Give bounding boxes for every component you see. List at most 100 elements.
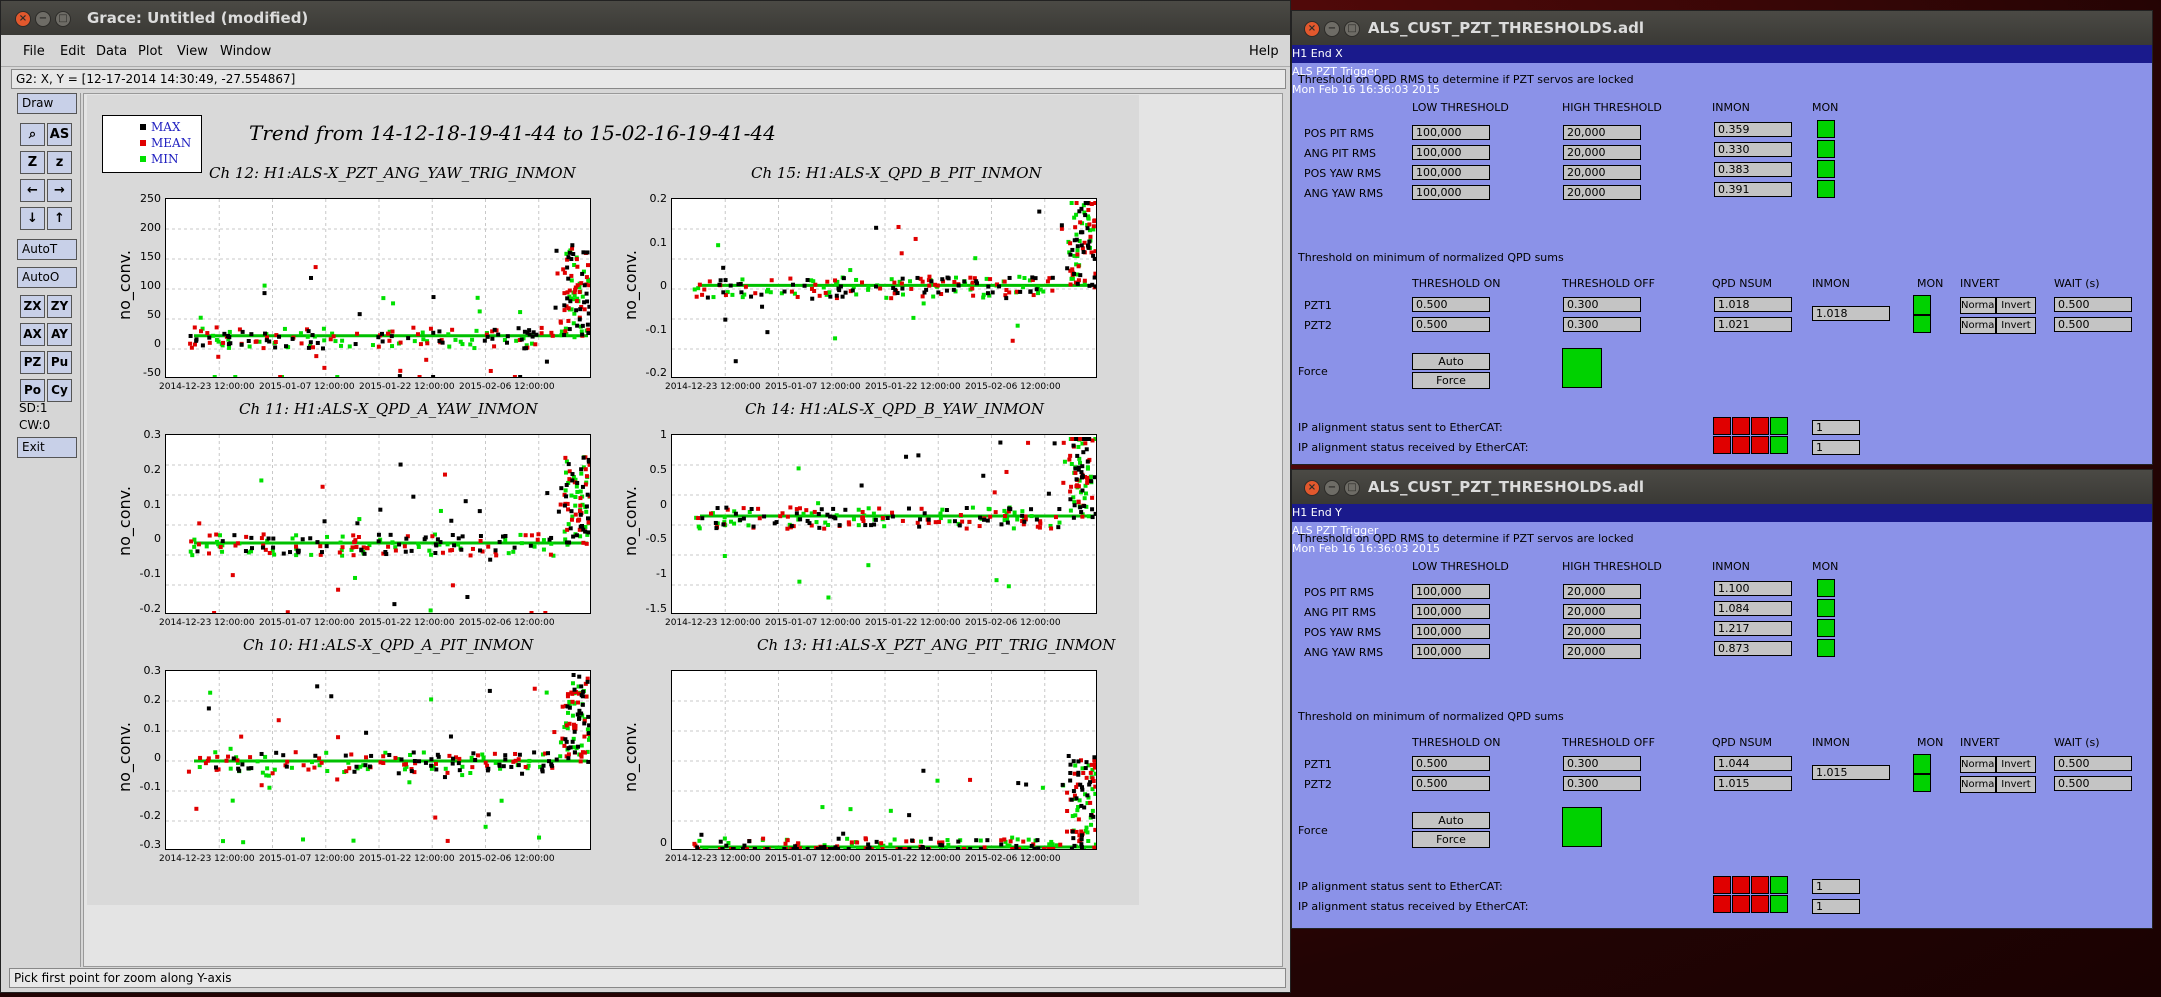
low-threshold-field[interactable]: 100,000 xyxy=(1412,604,1490,619)
force-button[interactable]: Force xyxy=(1412,831,1490,848)
autoscale-icon[interactable]: AS xyxy=(47,123,72,146)
menu-help[interactable]: Help xyxy=(1249,44,1279,59)
menu-file[interactable]: File xyxy=(23,44,45,59)
high-threshold-field[interactable]: 20,000 xyxy=(1563,604,1641,619)
low-threshold-field[interactable]: 100,000 xyxy=(1412,584,1490,599)
threshold-on-field[interactable]: 0.500 xyxy=(1412,317,1490,332)
low-threshold-field[interactable]: 100,000 xyxy=(1412,165,1490,180)
close-icon[interactable]: × xyxy=(1304,21,1320,37)
maximize-icon[interactable]: □ xyxy=(1344,480,1360,496)
zx-button[interactable]: ZX xyxy=(20,295,45,318)
ip-received-label: IP alignment status received by EtherCAT… xyxy=(1298,441,1529,454)
medm-titlebar[interactable]: ALS_CUST_PZT_THRESHOLDS.adl × − □ xyxy=(1292,470,2152,504)
invert-button[interactable]: Invert xyxy=(1996,297,2036,314)
close-icon[interactable]: × xyxy=(1304,480,1320,496)
menu-edit[interactable]: Edit xyxy=(60,44,85,59)
ax-button[interactable]: AX xyxy=(20,323,45,346)
invert-normal-button[interactable]: Normal xyxy=(1960,317,1997,334)
zoom-in-icon[interactable]: Z xyxy=(20,151,45,174)
threshold-off-field[interactable]: 0.300 xyxy=(1563,756,1641,771)
series-max-marker xyxy=(485,334,490,339)
close-icon[interactable]: × xyxy=(15,11,31,27)
series-mean-marker xyxy=(697,282,702,287)
series-max-marker xyxy=(1080,833,1085,838)
chart-plot-area[interactable] xyxy=(165,198,591,378)
threshold-off-field[interactable]: 0.300 xyxy=(1563,297,1641,312)
arrow-up-icon[interactable]: ↑ xyxy=(47,207,72,230)
zoom-out-icon[interactable]: z xyxy=(47,151,72,174)
exit-button[interactable]: Exit xyxy=(17,437,77,458)
wait-field[interactable]: 0.500 xyxy=(2054,756,2132,771)
cy-button[interactable]: Cy xyxy=(47,379,72,402)
series-mean-marker xyxy=(1083,441,1088,446)
low-threshold-field[interactable]: 100,000 xyxy=(1412,125,1490,140)
series-max-marker xyxy=(723,317,728,322)
threshold-off-field[interactable]: 0.300 xyxy=(1563,317,1641,332)
high-threshold-field[interactable]: 20,000 xyxy=(1563,624,1641,639)
series-mean-marker xyxy=(577,290,582,295)
series-min-marker xyxy=(947,519,952,524)
po-button[interactable]: Po xyxy=(20,379,45,402)
threshold-on-field[interactable]: 0.500 xyxy=(1412,776,1490,791)
menu-plot[interactable]: Plot xyxy=(138,44,163,59)
wait-field[interactable]: 0.500 xyxy=(2054,776,2132,791)
wait-field[interactable]: 0.500 xyxy=(2054,297,2132,312)
series-mean-marker xyxy=(535,537,540,542)
high-threshold-field[interactable]: 20,000 xyxy=(1563,125,1641,140)
series-min-marker xyxy=(1083,491,1088,496)
minimize-icon[interactable]: − xyxy=(1324,21,1340,37)
menu-view[interactable]: View xyxy=(177,44,208,59)
series-max-marker xyxy=(477,509,482,514)
row-label: POS YAW RMS xyxy=(1304,626,1382,639)
pz-button[interactable]: PZ xyxy=(20,351,45,374)
chart-plot-area[interactable] xyxy=(671,198,1097,378)
auto-button[interactable]: Auto xyxy=(1412,353,1490,370)
maximize-icon[interactable]: □ xyxy=(55,11,71,27)
zy-button[interactable]: ZY xyxy=(47,295,72,318)
menu-data[interactable]: Data xyxy=(96,44,127,59)
medm-titlebar[interactable]: ALS_CUST_PZT_THRESHOLDS.adl × − □ xyxy=(1292,11,2152,45)
threshold-on-field[interactable]: 0.500 xyxy=(1412,297,1490,312)
arrow-left-icon[interactable]: ← xyxy=(20,179,45,202)
auto-button[interactable]: Auto xyxy=(1412,812,1490,829)
draw-button[interactable]: Draw xyxy=(17,93,77,114)
high-threshold-field[interactable]: 20,000 xyxy=(1563,165,1641,180)
series-max-marker xyxy=(492,327,497,332)
chart-plot-area[interactable] xyxy=(165,434,591,614)
autoo-button[interactable]: AutoO xyxy=(17,267,77,288)
maximize-icon[interactable]: □ xyxy=(1344,21,1360,37)
arrow-right-icon[interactable]: → xyxy=(47,179,72,202)
high-threshold-field[interactable]: 20,000 xyxy=(1563,185,1641,200)
invert-button[interactable]: Invert xyxy=(1996,317,2036,334)
menu-window[interactable]: Window xyxy=(220,44,271,59)
chart-plot-area[interactable] xyxy=(671,670,1097,850)
high-threshold-field[interactable]: 20,000 xyxy=(1563,145,1641,160)
arrow-down-icon[interactable]: ↓ xyxy=(20,207,45,230)
chart-plot-area[interactable] xyxy=(671,434,1097,614)
pu-button[interactable]: Pu xyxy=(47,351,72,374)
autot-button[interactable]: AutoT xyxy=(17,239,77,260)
invert-normal-button[interactable]: Normal xyxy=(1960,756,1997,773)
threshold-off-field[interactable]: 0.300 xyxy=(1563,776,1641,791)
ay-button[interactable]: AY xyxy=(47,323,72,346)
invert-normal-button[interactable]: Normal xyxy=(1960,776,1997,793)
wait-field[interactable]: 0.500 xyxy=(2054,317,2132,332)
zoom-icon[interactable]: ⌕ xyxy=(20,123,45,146)
invert-button[interactable]: Invert xyxy=(1996,756,2036,773)
low-threshold-field[interactable]: 100,000 xyxy=(1412,185,1490,200)
minimize-icon[interactable]: − xyxy=(35,11,51,27)
grace-titlebar[interactable]: Grace: Untitled (modified) × − □ xyxy=(1,1,1290,35)
high-threshold-field[interactable]: 20,000 xyxy=(1563,584,1641,599)
invert-normal-button[interactable]: Normal xyxy=(1960,297,1997,314)
low-threshold-field[interactable]: 100,000 xyxy=(1412,145,1490,160)
chart-plot-area[interactable] xyxy=(165,670,591,850)
series-max-marker xyxy=(731,847,736,849)
minimize-icon[interactable]: − xyxy=(1324,480,1340,496)
series-max-marker xyxy=(532,750,537,755)
low-threshold-field[interactable]: 100,000 xyxy=(1412,624,1490,639)
threshold-on-field[interactable]: 0.500 xyxy=(1412,756,1490,771)
high-threshold-field[interactable]: 20,000 xyxy=(1563,644,1641,659)
force-button[interactable]: Force xyxy=(1412,372,1490,389)
invert-button[interactable]: Invert xyxy=(1996,776,2036,793)
low-threshold-field[interactable]: 100,000 xyxy=(1412,644,1490,659)
